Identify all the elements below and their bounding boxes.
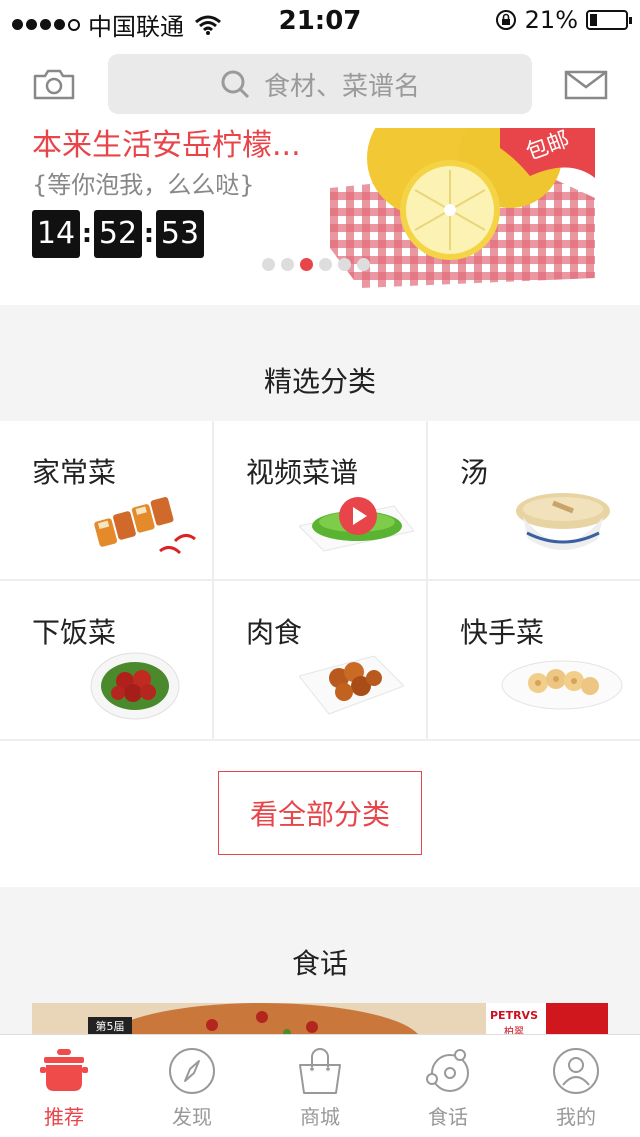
tab-label: 发现 [172,1105,212,1129]
meatball-dish-icon [90,652,180,720]
tab-label: 我的 [556,1105,596,1129]
shopping-bag-icon [299,1048,341,1094]
pager-dot [281,258,294,271]
skewer-food-icon [94,497,196,555]
compass-icon [169,1048,215,1094]
category-label: 快手菜 [460,616,545,649]
rotation-lock-icon [495,10,516,30]
category-home-cooking[interactable]: 家常菜 [0,421,212,579]
user-icon [553,1048,599,1094]
talk-brand-logo: PETRVS [490,1009,538,1022]
category-label: 汤 [460,456,489,489]
tab-discover[interactable]: 发现 [128,1035,256,1137]
category-rice-dishes[interactable]: 下饭菜 [0,581,212,739]
category-label: 视频菜谱 [246,456,359,489]
banner-pager [262,258,370,271]
tab-bar: 推荐 发现 商城 食话 我的 [0,1034,640,1137]
pager-dot [262,258,275,271]
countdown-minutes: 52 [94,210,142,258]
battery-percent: 21% [524,6,578,34]
tab-me[interactable]: 我的 [512,1035,640,1137]
category-quick-dishes[interactable]: 快手菜 [428,581,640,739]
pager-dot [319,258,332,271]
pager-dot [300,258,313,271]
pot-icon [40,1049,88,1091]
category-meat[interactable]: 肉食 [214,581,426,739]
tab-label: 食话 [428,1105,468,1129]
pager-dot [357,258,370,271]
status-bar: 中国联通 21:07 21% [0,0,640,41]
pager-dot [338,258,351,271]
banner-subtitle: {等你泡我，么么哒} [32,171,255,199]
view-all-categories-button[interactable]: 看全部分类 [218,771,422,855]
top-bar: 食材、菜谱名 [0,40,640,128]
category-label: 下饭菜 [32,616,117,649]
talk-badge: 第5届 [95,1020,125,1033]
lotus-root-dish-icon [501,660,623,710]
tab-label: 推荐 [44,1105,84,1129]
category-label: 肉食 [246,616,303,649]
category-grid: 家常菜 视频菜谱 汤 下饭菜 肉食 快手菜 [0,421,640,741]
category-video-recipes[interactable]: 视频菜谱 [214,421,426,579]
search-input[interactable]: 食材、菜谱名 [108,54,532,114]
section-title-categories: 精选分类 [263,365,376,398]
soup-bowl-icon [516,493,610,550]
countdown-timer: 14 : 52 : 53 [32,210,204,258]
battery-icon [586,10,632,30]
mail-icon[interactable] [564,70,608,100]
tab-mall[interactable]: 商城 [256,1035,384,1137]
play-icon[interactable] [338,496,378,536]
tab-label: 商城 [300,1105,340,1129]
category-soup[interactable]: 汤 [428,421,640,579]
meat-dish-icon [299,655,404,715]
search-placeholder: 食材、菜谱名 [263,71,420,102]
camera-icon[interactable] [32,68,76,100]
countdown-seconds: 53 [156,210,204,258]
tab-food-talk[interactable]: 食话 [384,1035,512,1137]
orbit-icon [426,1049,469,1092]
countdown-hours: 14 [32,210,80,258]
search-icon [221,70,250,99]
section-title-talk: 食话 [291,947,348,980]
tab-recommend[interactable]: 推荐 [0,1035,128,1137]
